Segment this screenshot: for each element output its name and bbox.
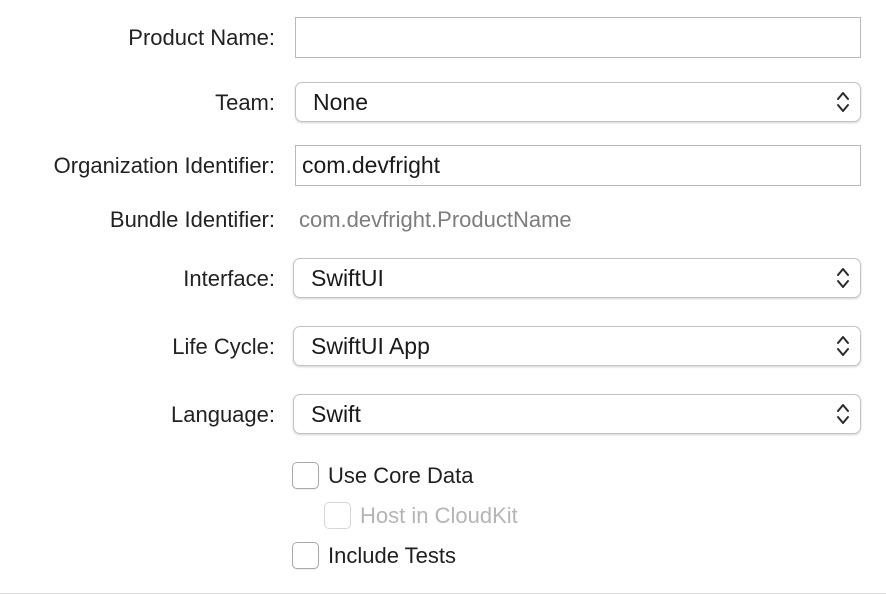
host-in-cloudkit-label: Host in CloudKit [360, 502, 518, 528]
bundle-identifier-label: Bundle Identifier: [109, 207, 275, 232]
interface-label: Interface: [183, 266, 275, 291]
life-cycle-popup-value: SwiftUI App [311, 332, 430, 359]
team-popup-value: None [313, 88, 368, 115]
language-popup[interactable]: Swift [293, 394, 861, 434]
team-label: Team: [215, 90, 275, 115]
host-in-cloudkit-checkbox [324, 502, 351, 529]
organization-identifier-label: Organization Identifier: [53, 153, 275, 178]
chevron-up-down-icon [837, 404, 849, 424]
product-name-label: Product Name: [128, 25, 275, 50]
use-core-data-option[interactable]: Use Core Data [292, 462, 474, 489]
product-name-input[interactable] [295, 17, 861, 58]
use-core-data-checkbox[interactable] [292, 462, 319, 489]
chevron-up-down-icon [837, 92, 849, 112]
life-cycle-label: Life Cycle: [172, 334, 275, 359]
include-tests-option[interactable]: Include Tests [292, 542, 456, 569]
chevron-up-down-icon [837, 336, 849, 356]
chevron-up-down-icon [837, 268, 849, 288]
bundle-identifier-value: com.devfright.ProductName [299, 207, 572, 232]
interface-popup-value: SwiftUI [311, 264, 384, 291]
include-tests-checkbox[interactable] [292, 542, 319, 569]
life-cycle-popup[interactable]: SwiftUI App [293, 326, 861, 366]
use-core-data-label[interactable]: Use Core Data [328, 463, 474, 489]
language-popup-value: Swift [311, 400, 361, 427]
host-in-cloudkit-option: Host in CloudKit [324, 502, 518, 529]
team-popup[interactable]: None [295, 82, 861, 122]
include-tests-label[interactable]: Include Tests [328, 543, 456, 569]
bottom-divider [0, 593, 886, 594]
organization-identifier-input[interactable]: com.devfright [295, 145, 861, 186]
language-label: Language: [171, 402, 275, 427]
interface-popup[interactable]: SwiftUI [293, 258, 861, 298]
